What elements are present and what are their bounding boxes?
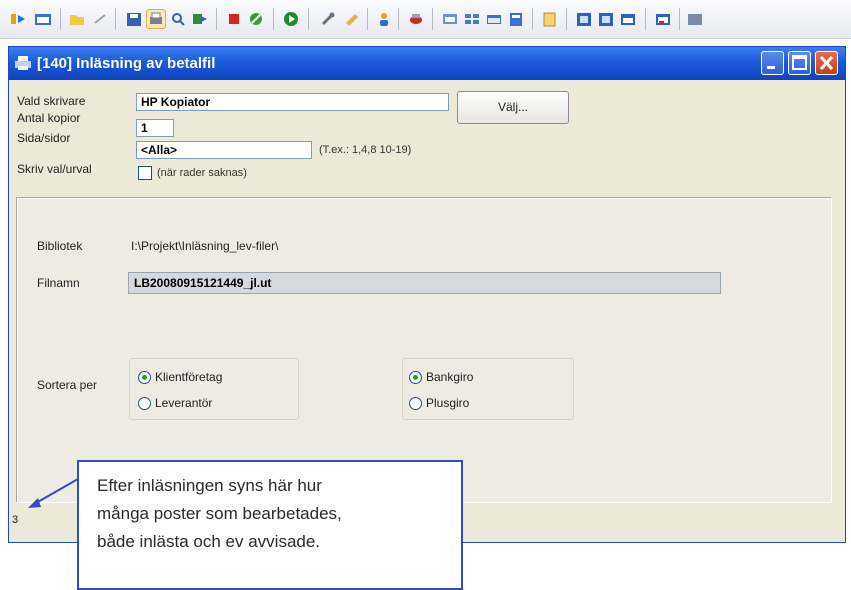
callout-line: både inlästa och ev avvisade. bbox=[97, 532, 321, 551]
callout-line: Efter inläsningen syns här hur bbox=[97, 476, 322, 495]
callout-box: Efter inläsningen syns här hur många pos… bbox=[77, 460, 463, 590]
callout-line: många poster som bearbetades, bbox=[97, 504, 342, 523]
